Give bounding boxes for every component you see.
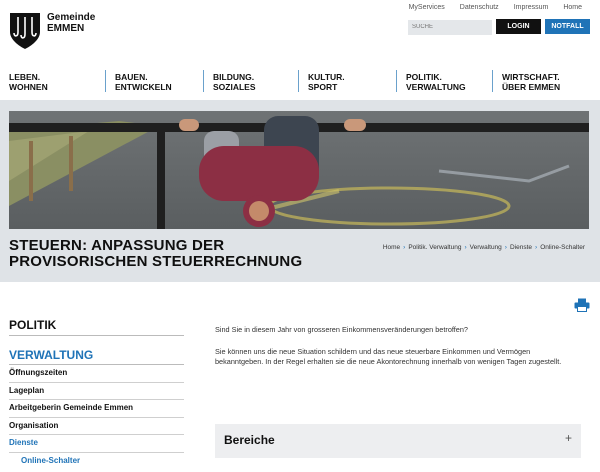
nav-label-2: VERWALTUNG <box>406 82 466 92</box>
content-paragraph: Sie können uns die neue Situation schild… <box>215 347 562 366</box>
accordion-bereiche[interactable]: Bereiche + <box>215 424 581 458</box>
logo[interactable]: Gemeinde EMMEN <box>9 12 95 50</box>
nav-bauen-entwickeln[interactable]: BAUEN. ENTWICKELN <box>105 70 203 92</box>
hero-photo <box>9 111 589 229</box>
breadcrumb-separator: › <box>504 244 507 251</box>
page-title-line2: PROVISORISCHEN STEUERRECHNUNG <box>9 253 303 270</box>
nav-label-1: POLITIK. <box>406 72 442 82</box>
breadcrumb-separator: › <box>464 244 467 251</box>
sidebar-item-lageplan[interactable]: Lageplan <box>9 383 184 400</box>
nav-label-2: SPORT <box>308 82 338 92</box>
sidebar-subitem-online-schalter[interactable]: Online-Schalter <box>9 453 184 468</box>
hero-image <box>9 111 589 229</box>
sidebar-heading[interactable]: POLITIK <box>9 318 184 336</box>
printer-icon[interactable] <box>574 298 590 312</box>
logo-line1: Gemeinde <box>47 12 96 23</box>
nav-label-1: LEBEN. <box>9 72 41 82</box>
search-input[interactable] <box>408 20 492 35</box>
breadcrumb-item[interactable]: Verwaltung <box>470 244 502 251</box>
notfall-button[interactable]: NOTFALL <box>545 19 590 34</box>
toplink-home[interactable]: Home <box>563 4 582 11</box>
nav-wirtschaft-ueber-emmen[interactable]: WIRTSCHAFT. ÜBER EMMEN <box>492 70 600 92</box>
nav-label-1: BILDUNG. <box>213 72 255 82</box>
content-paragraph: Sind Sie in diesem Jahr von grosseren Ei… <box>215 325 468 334</box>
main-content: Sind Sie in diesem Jahr von grosseren Ei… <box>215 325 575 379</box>
sidebar-item-dienste[interactable]: Dienste <box>9 435 184 453</box>
breadcrumb-item[interactable]: Politik. Verwaltung <box>408 244 461 251</box>
breadcrumb: Home › Politik. Verwaltung › Verwaltung › Dien… <box>383 244 585 251</box>
nav-kultur-sport[interactable]: KULTUR. SPORT <box>298 70 396 92</box>
nav-politik-verwaltung[interactable]: POLITIK. VERWALTUNG <box>396 70 492 92</box>
nav-label-2: ÜBER EMMEN <box>502 82 561 92</box>
nav-label-2: WOHNEN <box>9 82 48 92</box>
nav-leben-wohnen[interactable]: LEBEN. WOHNEN <box>0 70 105 92</box>
toplink-myservices[interactable]: MyServices <box>409 4 445 11</box>
page-title-line1: STEUERN: ANPASSUNG DER <box>9 237 225 254</box>
accordion-title: Bereiche <box>224 433 275 447</box>
page-title: STEUERN: ANPASSUNG DER PROVISORISCHEN ST… <box>9 238 309 270</box>
hooks-shield-icon <box>10 13 40 49</box>
sidebar-item-oeffnungszeiten[interactable]: Öffnungszeiten <box>9 365 184 383</box>
nav-label-1: BAUEN. <box>115 72 148 82</box>
breadcrumb-separator: › <box>403 244 406 251</box>
sidebar: POLITIK VERWALTUNG Öffnungszeiten Lagepl… <box>9 318 184 468</box>
plus-icon[interactable]: + <box>565 431 572 445</box>
nav-label-2: ENTWICKELN <box>115 82 172 92</box>
toplink-datenschutz[interactable]: Datenschutz <box>460 4 499 11</box>
nav-label-2: SOZIALES <box>213 82 256 92</box>
main-nav: LEBEN. WOHNEN BAUEN. ENTWICKELN BILDUNG.… <box>0 70 600 94</box>
sidebar-item-organisation[interactable]: Organisation <box>9 418 184 435</box>
logo-text: Gemeinde EMMEN <box>47 12 95 34</box>
breadcrumb-item[interactable]: Dienste <box>510 244 532 251</box>
logo-line2: EMMEN <box>47 23 85 34</box>
nav-label-1: KULTUR. <box>308 72 345 82</box>
breadcrumb-current: Online-Schalter <box>540 244 585 251</box>
breadcrumb-separator: › <box>535 244 538 251</box>
nav-bildung-soziales[interactable]: BILDUNG. SOZIALES <box>203 70 298 92</box>
top-links: MyServices Datenschutz Impressum Home <box>394 4 582 11</box>
page-title-band: STEUERN: ANPASSUNG DER PROVISORISCHEN ST… <box>9 238 589 270</box>
login-button[interactable]: LOGIN <box>496 19 541 34</box>
site-header: Gemeinde EMMEN MyServices Datenschutz Im… <box>0 0 600 100</box>
sidebar-item-arbeitgeberin[interactable]: Arbeitgeberin Gemeinde Emmen <box>9 400 184 418</box>
sidebar-subheading[interactable]: VERWALTUNG <box>9 348 184 365</box>
nav-label-1: WIRTSCHAFT. <box>502 72 560 82</box>
breadcrumb-item[interactable]: Home <box>383 244 400 251</box>
toplink-impressum[interactable]: Impressum <box>514 4 549 11</box>
